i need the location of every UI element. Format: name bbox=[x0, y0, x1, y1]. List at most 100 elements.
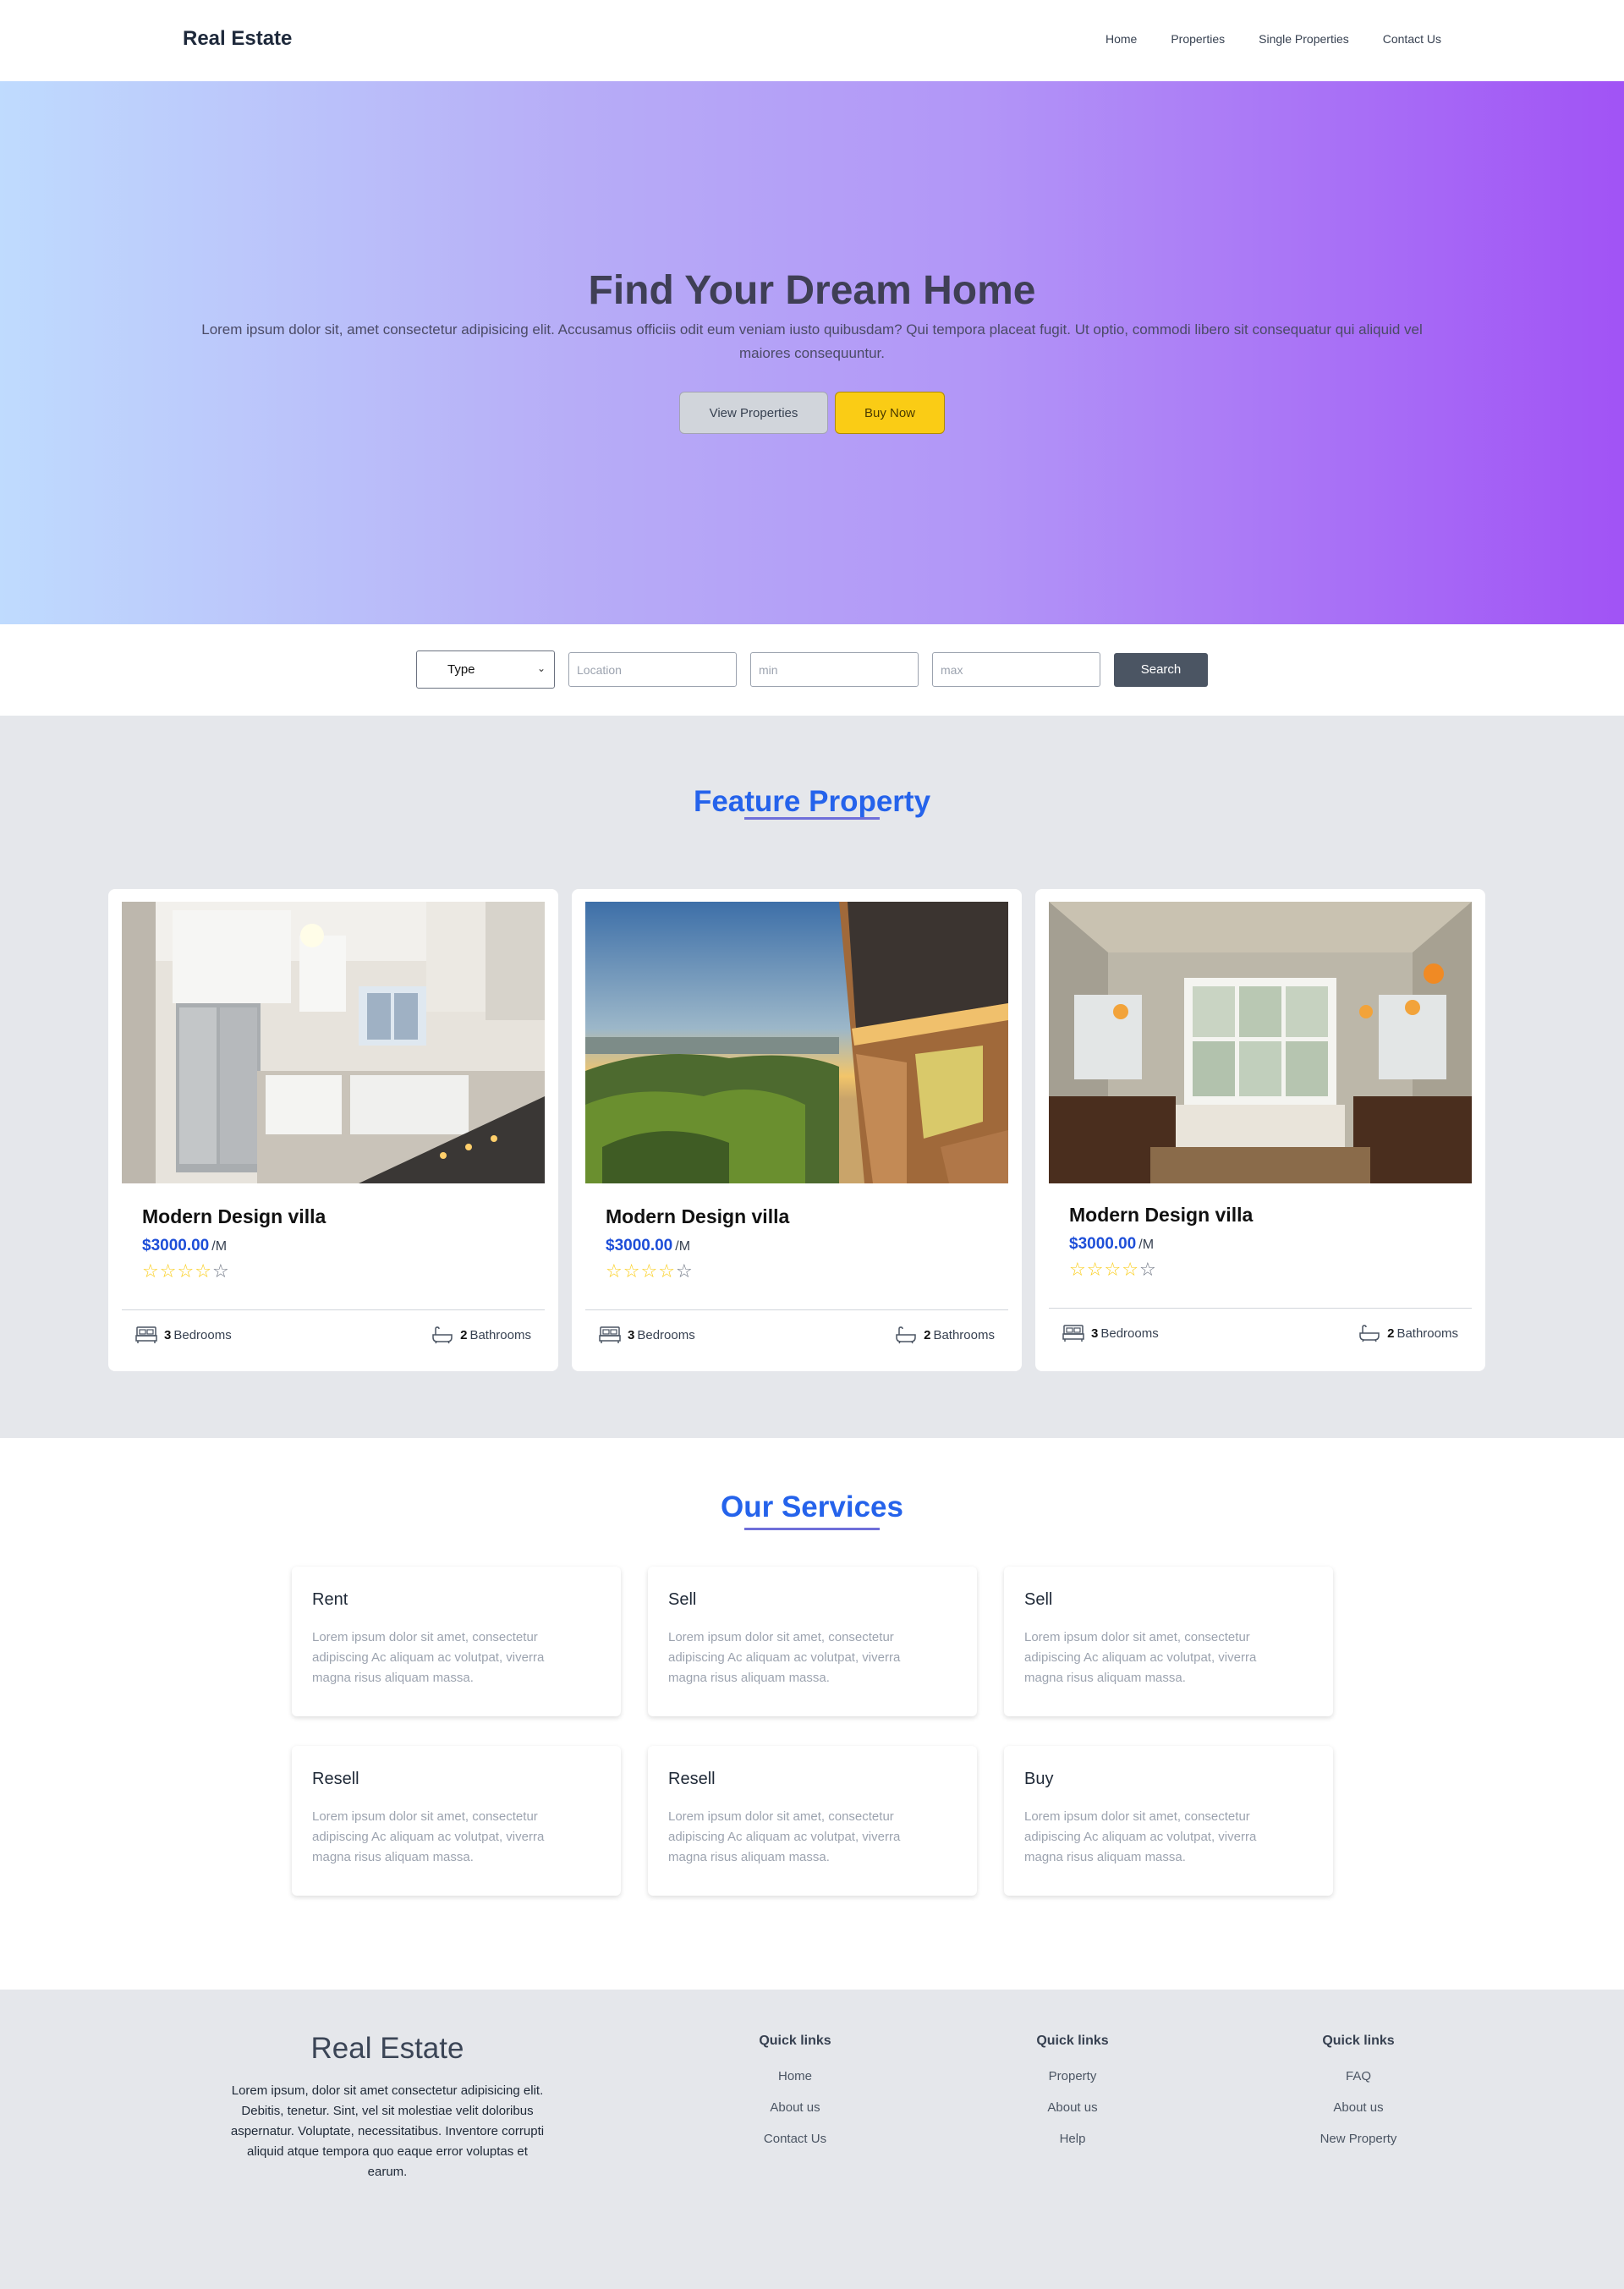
bathrooms-label: Bathrooms bbox=[469, 1327, 531, 1342]
footer-links-column: Quick links FAQ About us New Property bbox=[1291, 2034, 1426, 2163]
price-value: $3000.00 bbox=[606, 1237, 673, 1254]
service-card-buy[interactable]: Buy Lorem ipsum dolor sit amet, consecte… bbox=[1004, 1746, 1333, 1896]
search-button[interactable]: Search bbox=[1114, 652, 1208, 687]
footer-column-heading: Quick links bbox=[759, 2034, 831, 2048]
star-icon: ☆ bbox=[606, 1260, 623, 1282]
service-description: Lorem ipsum dolor sit amet, consectetur … bbox=[1024, 1809, 1257, 1864]
bedrooms-info: 3 Bedrooms bbox=[135, 1326, 232, 1344]
footer-link-new-property[interactable]: New Property bbox=[1291, 2132, 1426, 2146]
min-price-input[interactable] bbox=[750, 652, 919, 687]
bed-icon bbox=[135, 1326, 157, 1343]
card-divider bbox=[122, 1309, 545, 1310]
chevron-down-icon: ⌄ bbox=[536, 662, 546, 674]
bedrooms-label: Bedrooms bbox=[1100, 1326, 1159, 1341]
property-card[interactable]: Modern Design villa $3000.00/M ☆ ☆ ☆ ☆ ☆ 3 Be… bbox=[1035, 889, 1485, 1371]
property-name: Modern Design villa bbox=[606, 1205, 790, 1227]
footer-link-contact[interactable]: Contact Us bbox=[727, 2132, 863, 2146]
services-section: Our Services Rent Lorem ipsum dolor sit … bbox=[0, 1438, 1624, 1990]
star-icon: ☆ bbox=[640, 1260, 658, 1282]
bedrooms-count: 3 bbox=[164, 1327, 172, 1342]
hero-buttons: View Properties Buy Now bbox=[0, 392, 1624, 434]
property-card[interactable]: Modern Design villa $3000.00/M ☆ ☆ ☆ ☆ ☆ 3 Be… bbox=[108, 889, 558, 1371]
price-period: /M bbox=[675, 1239, 691, 1254]
nav-links: Home Properties Single Properties Contac… bbox=[1106, 32, 1441, 46]
price-period: /M bbox=[211, 1239, 228, 1254]
property-card[interactable]: Modern Design villa $3000.00/M ☆ ☆ ☆ ☆ ☆ 3 Be… bbox=[572, 889, 1022, 1371]
view-properties-button[interactable]: View Properties bbox=[679, 392, 828, 434]
star-icon: ☆ bbox=[623, 1260, 640, 1282]
star-empty-icon: ☆ bbox=[211, 1260, 229, 1282]
bedrooms-label: Bedrooms bbox=[173, 1327, 232, 1342]
bathrooms-info: 2 Bathrooms bbox=[895, 1326, 995, 1344]
buy-now-button[interactable]: Buy Now bbox=[835, 392, 945, 434]
star-icon: ☆ bbox=[1104, 1259, 1122, 1280]
hero-subtitle: Lorem ipsum dolor sit, amet consectetur … bbox=[201, 321, 1423, 361]
bathrooms-info: 2 Bathrooms bbox=[1358, 1324, 1458, 1342]
star-icon: ☆ bbox=[658, 1260, 675, 1282]
hero-title: Find Your Dream Home bbox=[588, 268, 1036, 313]
footer-description: Lorem ipsum, dolor sit amet consectetur … bbox=[230, 2083, 545, 2179]
footer-link-home[interactable]: Home bbox=[727, 2069, 863, 2083]
star-icon: ☆ bbox=[1122, 1259, 1138, 1280]
service-description: Lorem ipsum dolor sit amet, consectetur … bbox=[312, 1630, 545, 1685]
kitchen-photo bbox=[122, 902, 545, 1183]
price-value: $3000.00 bbox=[142, 1237, 210, 1254]
footer-link-about[interactable]: About us bbox=[727, 2100, 863, 2115]
footer-link-help[interactable]: Help bbox=[1005, 2132, 1140, 2146]
bathroom-photo bbox=[1049, 902, 1472, 1183]
bedrooms-label: Bedrooms bbox=[637, 1327, 695, 1342]
star-icon: ☆ bbox=[177, 1260, 195, 1282]
service-description: Lorem ipsum dolor sit amet, consectetur … bbox=[312, 1809, 545, 1864]
bed-icon bbox=[1062, 1325, 1084, 1342]
nav-link-properties[interactable]: Properties bbox=[1171, 32, 1225, 46]
service-card-sell[interactable]: Sell Lorem ipsum dolor sit amet, consect… bbox=[1004, 1567, 1333, 1716]
footer-link-about[interactable]: About us bbox=[1005, 2100, 1140, 2115]
title-underline bbox=[744, 1528, 880, 1530]
star-icon: ☆ bbox=[142, 1260, 159, 1282]
bathtub-icon bbox=[1359, 1325, 1380, 1342]
service-title: Sell bbox=[668, 1590, 697, 1609]
services-section-title: Our Services bbox=[721, 1490, 903, 1523]
bedrooms-info: 3 Bedrooms bbox=[599, 1326, 695, 1344]
rating-stars: ☆ ☆ ☆ ☆ ☆ bbox=[142, 1262, 229, 1281]
bedrooms-info: 3 Bedrooms bbox=[1062, 1324, 1159, 1342]
footer-link-property[interactable]: Property bbox=[1005, 2069, 1140, 2083]
property-price: $3000.00/M bbox=[1069, 1235, 1154, 1254]
star-icon: ☆ bbox=[1069, 1259, 1086, 1280]
property-name: Modern Design villa bbox=[1069, 1204, 1254, 1226]
footer-link-faq[interactable]: FAQ bbox=[1291, 2069, 1426, 2083]
property-price: $3000.00/M bbox=[142, 1237, 227, 1255]
price-value: $3000.00 bbox=[1069, 1235, 1137, 1253]
nav-link-single-properties[interactable]: Single Properties bbox=[1259, 32, 1349, 46]
service-title: Sell bbox=[1024, 1590, 1053, 1609]
bathrooms-info: 2 Bathrooms bbox=[431, 1326, 531, 1344]
service-card-resell[interactable]: Resell Lorem ipsum dolor sit amet, conse… bbox=[292, 1746, 621, 1896]
bed-icon bbox=[599, 1326, 621, 1343]
service-description: Lorem ipsum dolor sit amet, consectetur … bbox=[1024, 1630, 1257, 1685]
service-card-sell[interactable]: Sell Lorem ipsum dolor sit amet, consect… bbox=[648, 1567, 977, 1716]
search-row: Type ⌄ Search bbox=[416, 650, 1208, 689]
service-title: Rent bbox=[312, 1590, 348, 1609]
service-description: Lorem ipsum dolor sit amet, consectetur … bbox=[668, 1630, 901, 1685]
service-title: Resell bbox=[312, 1770, 359, 1788]
nav-link-home[interactable]: Home bbox=[1106, 32, 1137, 46]
bathrooms-label: Bathrooms bbox=[933, 1327, 995, 1342]
star-empty-icon: ☆ bbox=[675, 1260, 693, 1282]
star-icon: ☆ bbox=[195, 1260, 211, 1282]
brand-logo[interactable]: Real Estate bbox=[183, 27, 292, 51]
footer: Real Estate Lorem ipsum, dolor sit amet … bbox=[0, 1990, 1624, 2289]
bedrooms-count: 3 bbox=[628, 1327, 635, 1342]
location-input[interactable] bbox=[568, 652, 737, 687]
footer-link-about[interactable]: About us bbox=[1291, 2100, 1426, 2115]
max-price-input[interactable] bbox=[932, 652, 1100, 687]
rating-stars: ☆ ☆ ☆ ☆ ☆ bbox=[606, 1262, 693, 1281]
property-name: Modern Design villa bbox=[142, 1205, 326, 1227]
service-card-resell[interactable]: Resell Lorem ipsum dolor sit amet, conse… bbox=[648, 1746, 977, 1896]
service-card-rent[interactable]: Rent Lorem ipsum dolor sit amet, consect… bbox=[292, 1567, 621, 1716]
title-underline bbox=[744, 817, 880, 820]
feature-section-title: Feature Property bbox=[693, 785, 931, 818]
nav-link-contact[interactable]: Contact Us bbox=[1383, 32, 1441, 46]
bathrooms-count: 2 bbox=[460, 1327, 468, 1342]
balcony-sunset-photo bbox=[585, 902, 1008, 1183]
type-select[interactable]: Type ⌄ bbox=[416, 650, 555, 689]
